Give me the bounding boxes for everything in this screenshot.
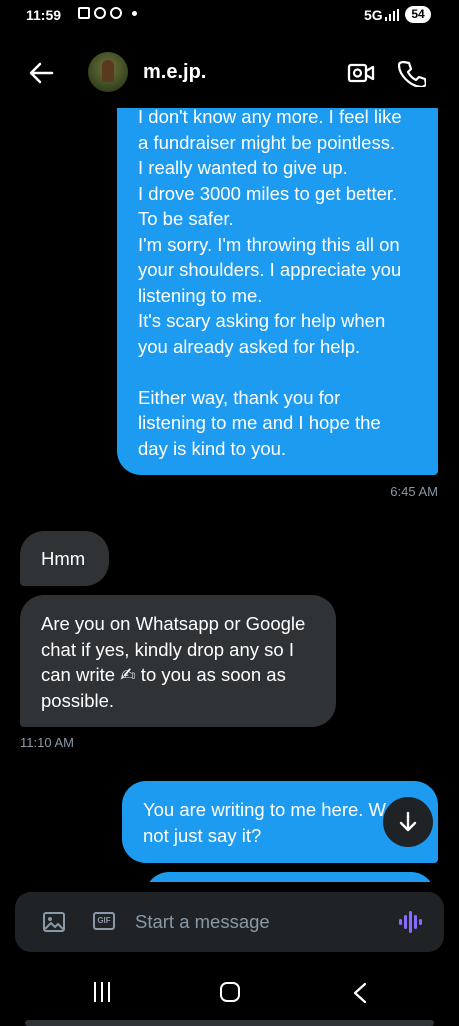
status-bar: 11:59 5G 54 <box>0 0 459 34</box>
message-list[interactable]: I don't know any more. I feel like a fun… <box>0 108 459 882</box>
gif-icon[interactable]: GIF <box>93 912 115 930</box>
back-arrow-icon[interactable] <box>28 60 54 86</box>
more-notifications-icon <box>132 10 137 16</box>
messenger-icon-2 <box>110 7 122 19</box>
battery-level: 54 <box>405 6 431 23</box>
nav-back-icon[interactable] <box>352 982 368 1004</box>
message-line: not just say it? <box>143 824 262 846</box>
message-timestamp: 6:45 AM <box>390 484 438 499</box>
message-line: I really wanted to give up. <box>138 157 348 178</box>
message-line: chat if yes, kindly drop any so I <box>41 638 294 660</box>
message-bubble-incoming[interactable]: Hmm <box>20 531 109 586</box>
screenshot-icon <box>78 7 90 19</box>
scroll-to-bottom-button[interactable] <box>383 797 433 847</box>
message-bubble-outgoing-partial[interactable] <box>145 872 435 882</box>
message-line: I'm sorry. I'm throwing this all on <box>138 233 400 255</box>
message-composer[interactable]: GIF Start a message <box>15 892 444 952</box>
arrow-down-icon <box>399 811 417 832</box>
message-line: Either way, thank you for <box>138 386 341 408</box>
avatar[interactable] <box>88 52 128 92</box>
voice-icon[interactable] <box>399 911 423 933</box>
message-line: To be safer. <box>138 208 234 229</box>
message-bubble-outgoing[interactable]: I don't know any more. I feel like a fun… <box>117 108 438 475</box>
conversation-header: m.e.jp. <box>0 44 459 104</box>
signal-icon <box>385 9 399 21</box>
message-line: listening to me. <box>138 284 263 306</box>
message-line: Are you on Whatsapp or Google <box>41 613 306 634</box>
message-line: listening to me and I hope the <box>138 412 381 433</box>
phone-icon[interactable] <box>398 59 426 87</box>
recents-icon[interactable] <box>92 982 112 1002</box>
message-input[interactable]: Start a message <box>135 911 270 933</box>
message-line: possible. <box>41 689 115 711</box>
message-bubble-incoming[interactable]: Are you on Whatsapp or Google chat if ye… <box>20 595 336 727</box>
status-time: 11:59 <box>26 7 62 23</box>
message-line: I don't know any more. I feel like <box>138 108 402 127</box>
video-call-icon[interactable] <box>347 61 375 85</box>
system-nav-bar <box>0 968 459 1024</box>
message-line: You are writing to me here. W <box>143 799 387 820</box>
message-line: Hmm <box>41 548 86 569</box>
message-line: a fundraiser might be pointless. <box>138 131 396 153</box>
messenger-icon <box>94 7 106 19</box>
message-line: can write ✍ to you as soon as <box>41 664 286 685</box>
message-timestamp: 11:10 AM <box>20 735 74 750</box>
message-line: I drove 3000 miles to get better. <box>138 182 398 204</box>
notification-icons <box>78 7 137 19</box>
message-line: It's scary asking for help when <box>138 310 386 331</box>
home-indicator <box>25 1020 434 1026</box>
message-line: your shoulders. I appreciate you <box>138 259 402 280</box>
image-icon[interactable] <box>43 912 65 932</box>
home-icon[interactable] <box>220 982 240 1002</box>
network-label: 5G <box>364 7 383 23</box>
conversation-title[interactable]: m.e.jp. <box>143 61 206 84</box>
message-line: you already asked for help. <box>138 335 361 357</box>
message-line: day is kind to you. <box>138 437 287 459</box>
